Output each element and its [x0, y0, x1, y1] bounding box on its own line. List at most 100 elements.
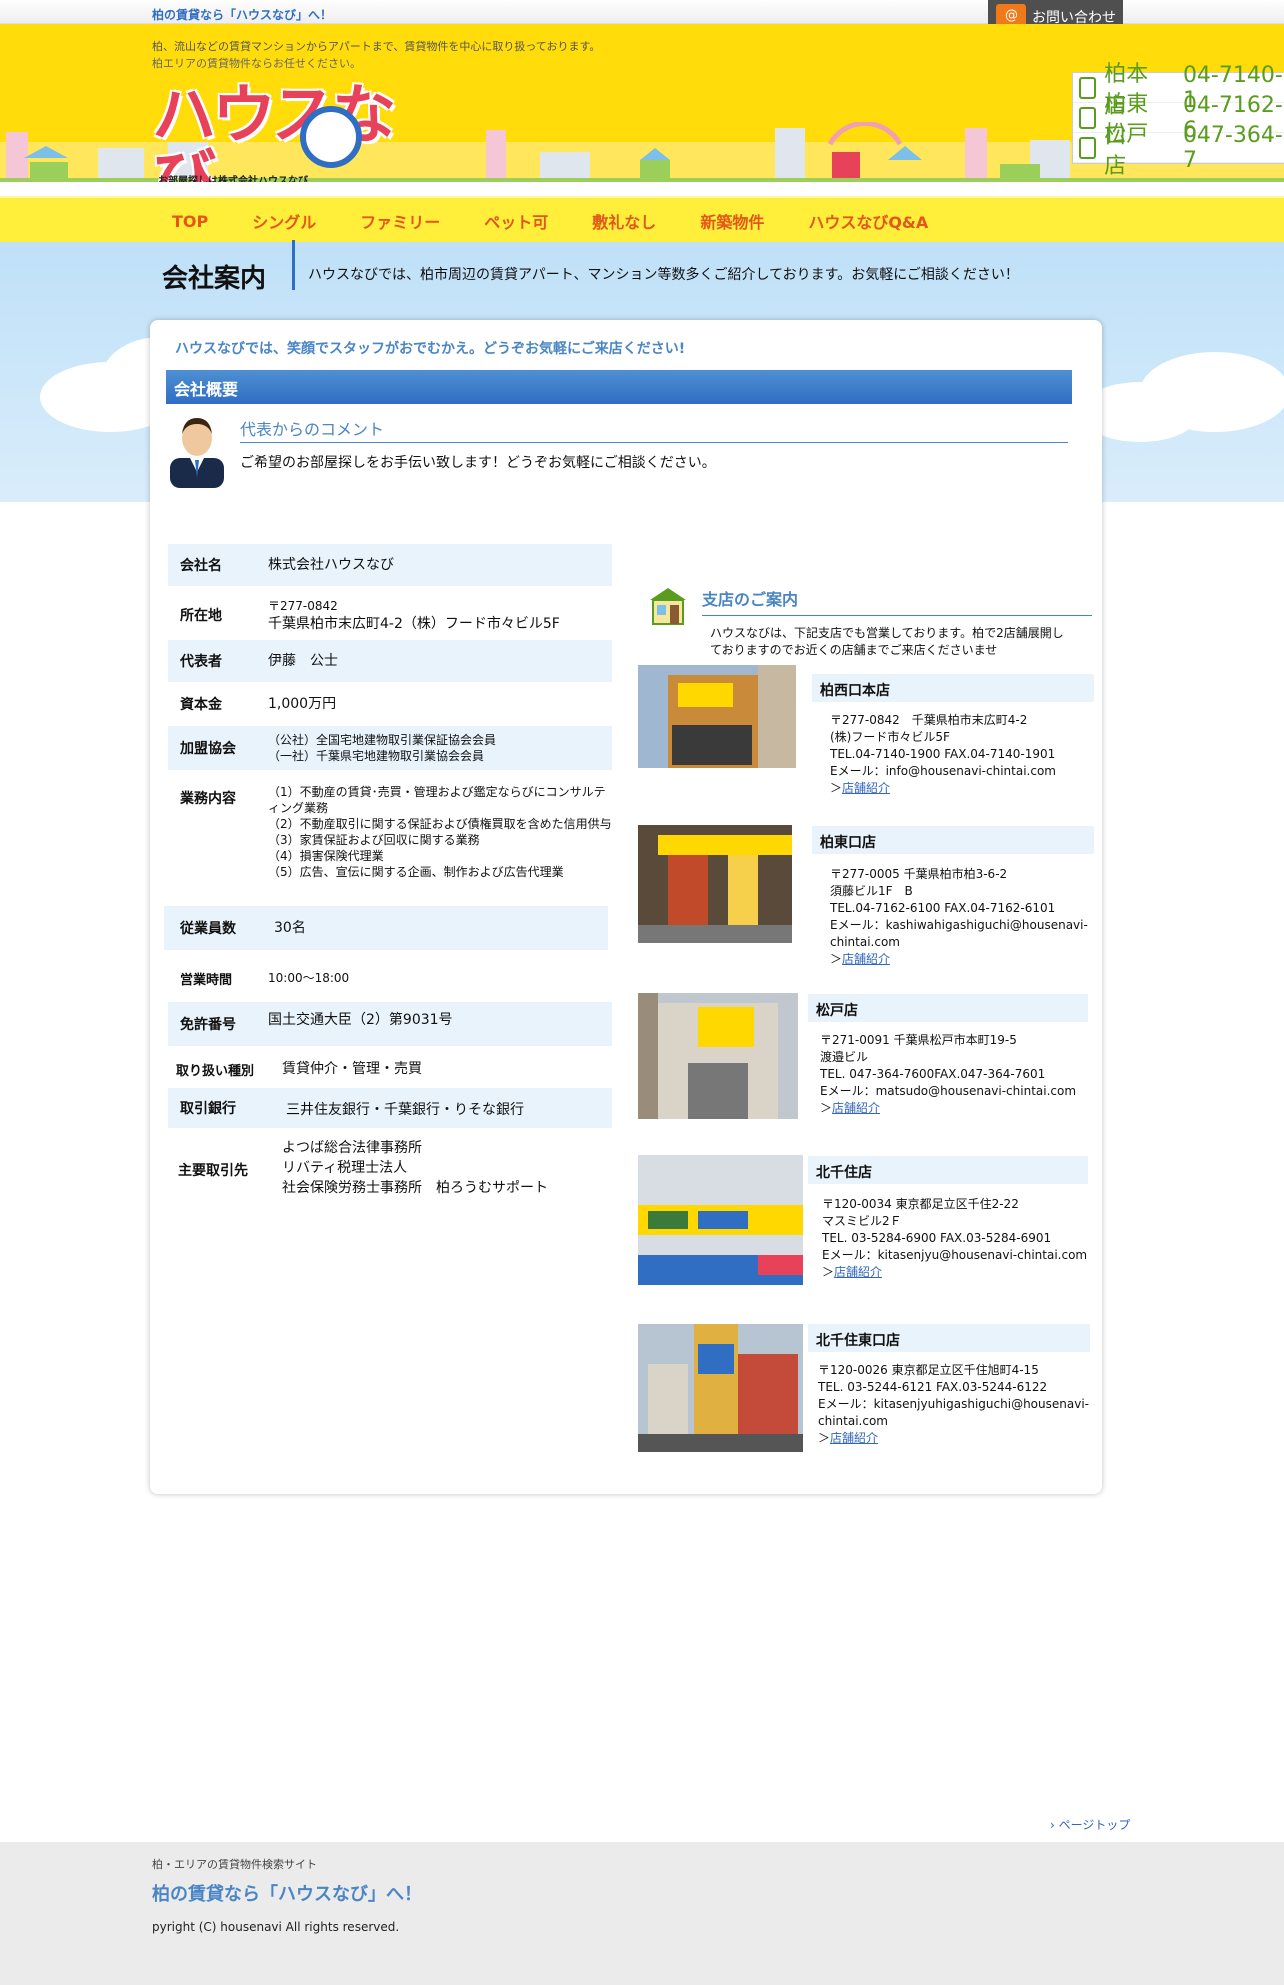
branch-info: 〒120-0026 東京都足立区千住旭町4-15 TEL. 03-5244-61…: [818, 1362, 1098, 1447]
store-name: 松戸店: [1104, 121, 1149, 179]
page-description: ハウスなびでは、柏市周辺の賃貸アパート、マンション等数多くご紹介しております。お…: [308, 267, 1019, 283]
branch-photo-matsudo: [638, 993, 798, 1119]
nav-family[interactable]: ファミリー: [338, 209, 462, 233]
store-detail-link[interactable]: 店舗紹介: [842, 781, 890, 795]
branch-line: Eメール：matsudo@housenavi-chintai.com: [820, 1084, 1077, 1098]
business-line: （3）家賃保証および回収に関する業務: [268, 833, 480, 847]
branch-photo-kitasenju-higashiguchi: [638, 1324, 803, 1452]
row-label: 所在地: [180, 608, 222, 624]
title-divider: [292, 240, 295, 290]
branch-name: 柏西口本店: [812, 674, 1094, 702]
header-subdescription: 柏エリアの賃貸物件ならお任せください。: [152, 57, 361, 70]
branch-line: 〒277-0005 千葉県柏市柏3-6-2: [830, 867, 1008, 881]
branch-line: 須藤ビル1F B: [830, 884, 913, 898]
nav-top[interactable]: TOP: [150, 212, 230, 231]
branches-divider: [702, 615, 1092, 616]
chevron-right-icon: ›: [1050, 1818, 1055, 1832]
branch-line: TEL.04-7140-1900 FAX.04-7140-1901: [830, 747, 1056, 761]
store-detail-link[interactable]: 店舗紹介: [830, 1431, 878, 1445]
partner-line: 社会保険労務士事務所 柏ろうむサポート: [282, 1180, 548, 1196]
branch-photo-kashiwa-higashiguchi: [638, 825, 792, 943]
business-line: （4）損害保険代理業: [268, 849, 384, 863]
row-label: 会社名: [180, 558, 222, 574]
association-line: （公社）全国宅地建物取引業保証協会会員: [268, 733, 497, 747]
company-row-bank: 取引銀行 三井住友銀行・千葉銀行・りそな銀行: [168, 1088, 612, 1128]
row-value: 三井住友銀行・千葉銀行・りそな銀行: [286, 1102, 524, 1118]
company-row-name: 会社名 株式会社ハウスなび: [168, 544, 612, 586]
partner-line: リバティ税理士法人: [282, 1160, 408, 1176]
row-value: 国土交通大臣（2）第9031号: [268, 1012, 453, 1028]
footer-subtitle: 柏・エリアの賃貸物件検索サイト: [152, 1858, 317, 1871]
company-row-address: 所在地 〒277-0842 千葉県柏市末広町4-2（株）フード市々ビル5F: [168, 588, 612, 642]
site-logo[interactable]: ハウスなび お部屋探しは株式会社ハウスなび: [152, 84, 432, 182]
phone-numbers-box: 柏本店 04-7140-1 柏東口 04-7162-6 松戸店 047-364-7: [1072, 62, 1284, 179]
comment-title: 代表からのコメント: [240, 416, 1068, 443]
nav-no-deposit[interactable]: 敷礼なし: [570, 209, 678, 233]
branch-line: TEL.04-7162-6100 FAX.04-7162-6101: [830, 901, 1056, 915]
business-line: （5）広告、宣伝に関する企画、制作および広告代理業: [268, 865, 564, 879]
branch-line: 〒120-0026 東京都足立区千住旭町4-15: [818, 1363, 1039, 1377]
branch-name: 北千住東口店: [808, 1324, 1090, 1352]
nav-qa[interactable]: ハウスなびQ&A: [786, 209, 950, 233]
row-label: 従業員数: [180, 921, 236, 937]
branch-line: TEL. 047-364-7600FAX.047-364-7601: [820, 1067, 1046, 1081]
branch-line: Eメール：info@housenavi-chintai.com: [830, 764, 1056, 778]
footer-copyright: pyright (C) housenavi All rights reserve…: [152, 1920, 400, 1934]
branches-description: ハウスなびは、下記支店でも営業しております。柏で2店舗展開しておりますのでお近く…: [710, 626, 1064, 657]
row-label: 主要取引先: [178, 1163, 248, 1179]
address-zip: 〒277-0842: [268, 599, 338, 613]
branch-photo-kitasenju: [638, 1155, 803, 1285]
nav-pet-ok[interactable]: ペット可: [462, 209, 570, 233]
company-row-capital: 資本金 1,000万円: [168, 684, 612, 724]
store-icon: [650, 588, 686, 625]
row-label: 取引銀行: [180, 1101, 236, 1117]
row-label: 業務内容: [180, 791, 236, 807]
store-detail-link[interactable]: 店舗紹介: [842, 952, 890, 966]
arrow-icon: ＞: [822, 1265, 835, 1279]
row-label: 取り扱い種別: [176, 1063, 255, 1079]
store-detail-link[interactable]: 店舗紹介: [832, 1101, 880, 1115]
logo-text: ハウスなび: [152, 79, 396, 182]
branch-name: 柏東口店: [812, 826, 1094, 854]
nav-single[interactable]: シングル: [230, 209, 338, 233]
branch-line: (株)フード市々ビル5F: [830, 730, 950, 744]
branch-line: Eメール：kashiwahigashiguchi@housenavi-chint…: [830, 918, 1088, 949]
branch-line: 〒271-0091 千葉県松戸市本町19-5: [820, 1033, 1017, 1047]
main-nav: TOP シングル ファミリー ペット可 敷礼なし 新築物件 ハウスなびQ&A: [0, 196, 1284, 242]
row-label: 営業時間: [180, 972, 233, 988]
branches-title: 支店のご案内: [702, 590, 799, 609]
page-title: 会社案内: [162, 264, 267, 294]
association-line: （一社）千葉県宅地建物取引業協会会員: [268, 749, 485, 763]
top-tagline: 柏の賃貸なら「ハウスなび」へ！: [152, 8, 333, 22]
branch-line: Eメール：kitasenjyuhigashiguchi@housenavi-ch…: [818, 1397, 1089, 1428]
branch-line: 〒277-0842 千葉県柏市末広町4-2: [830, 713, 1028, 727]
row-value: 株式会社ハウスなび: [268, 557, 394, 573]
company-row-partners: 主要取引先 よつば総合法律事務所 リバティ税理士法人 社会保険労務士事務所 柏ろうむサ…: [164, 1138, 608, 1206]
branch-info: 〒120-0034 東京都足立区千住2-22 マスミビル2Ｆ TEL. 03-5…: [822, 1196, 1092, 1281]
page-top-link[interactable]: › ページトップ: [1050, 1816, 1130, 1833]
phone-row-matsudo[interactable]: 松戸店 047-364-7: [1073, 122, 1284, 179]
company-row-business: 業務内容 （1）不動産の賃貸･売買・管理および鑑定ならびにコンサルティング業務 （2…: [168, 780, 612, 906]
phone-icon: [1079, 106, 1097, 129]
row-value: 賃貸仲介・管理・売買: [282, 1061, 422, 1077]
store-detail-link[interactable]: 店舗紹介: [834, 1265, 882, 1279]
header-description: 柏、流山などの賃貸マンションからアパートまで、賃貸物件を中心に取り扱っております…: [152, 40, 601, 53]
compass-icon: [300, 106, 362, 168]
row-label: 資本金: [180, 697, 222, 713]
welcome-message: ハウスなびでは、笑顔でスタッフがおでむかえ。どうぞお気軽にご来店ください!: [175, 341, 686, 357]
branch-line: マスミビル2Ｆ: [822, 1214, 902, 1228]
business-line: （1）不動産の賃貸･売買・管理および鑑定ならびにコンサルティング業務: [268, 785, 606, 815]
company-row-association: 加盟協会 （公社）全国宅地建物取引業保証協会会員 （一社）千葉県宅地建物取引業協会会…: [168, 726, 612, 770]
representative-avatar-icon: [170, 418, 224, 488]
nav-new-properties[interactable]: 新築物件: [678, 209, 786, 233]
arrow-icon: ＞: [830, 781, 843, 795]
logo-subtitle: お部屋探しは株式会社ハウスなび: [158, 176, 308, 182]
comment-text: ご希望のお部屋探しをお手伝い致します！どうぞお気軽にご相談ください。: [240, 455, 716, 471]
branch-line: TEL. 03-5244-6121 FAX.03-5244-6122: [818, 1380, 1048, 1394]
phone-icon: [1079, 136, 1097, 159]
branch-line: Eメール：kitasenjyu@housenavi-chintai.com: [822, 1248, 1088, 1262]
footer-title[interactable]: 柏の賃貸なら「ハウスなび」へ！: [152, 1880, 422, 1906]
section-heading: 会社概要: [166, 370, 1072, 404]
branch-line: 〒120-0034 東京都足立区千住2-22: [822, 1197, 1019, 1211]
row-value: 1,000万円: [268, 696, 337, 712]
